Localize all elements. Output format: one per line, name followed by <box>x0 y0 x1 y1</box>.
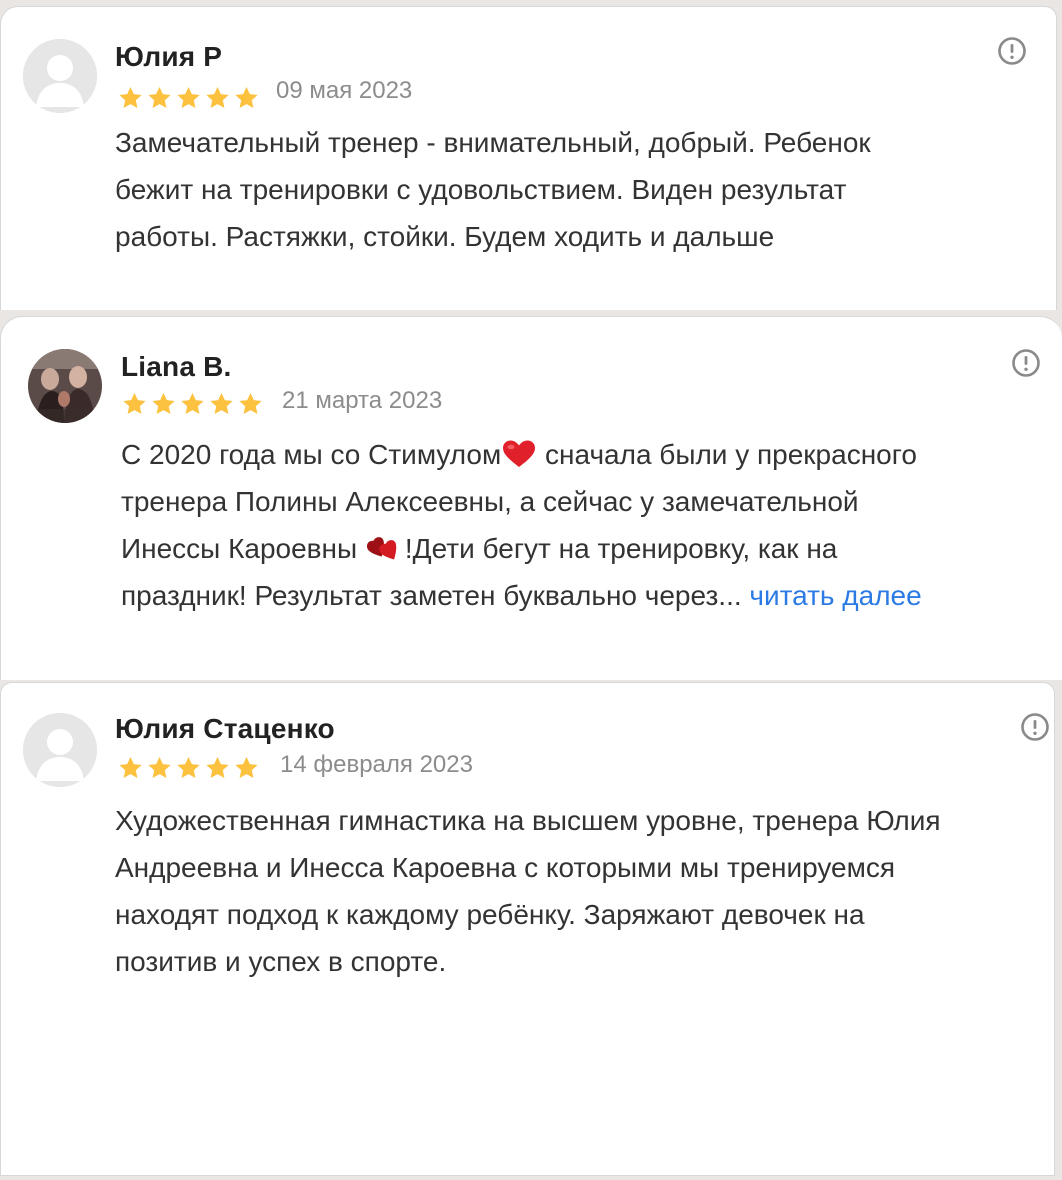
review-date: 14 февраля 2023 <box>280 751 473 778</box>
review-text-line: работы. Растяжки, стойки. Будем ходить и… <box>115 221 775 252</box>
review-card: Юлия Стаценко 14 февраля 2023 Художестве… <box>0 682 1055 1176</box>
review-text-line: праздник! Результат заметен буквально че… <box>121 572 922 619</box>
rating-stars <box>117 85 260 111</box>
exclamation-circle-icon[interactable] <box>997 36 1027 66</box>
rating-stars <box>121 391 264 417</box>
user-photo-avatar[interactable] <box>28 349 102 423</box>
star-icon <box>123 392 146 414</box>
star-icon <box>177 86 200 108</box>
review-text-line: позитив и успех в спорте. <box>115 946 447 977</box>
review-text-line: бежит на тренировки с удовольствием. Вид… <box>115 174 847 205</box>
review-text-line: С 2020 года мы со Стимулом сначала были … <box>121 431 922 478</box>
read-more-link[interactable]: читать далее <box>749 580 921 611</box>
review-text-fragment: С 2020 года мы со Стимулом <box>121 439 502 470</box>
review-text: С 2020 года мы со Стимулом сначала были … <box>121 431 922 619</box>
star-icon <box>210 392 233 414</box>
review-date: 09 мая 2023 <box>276 77 413 104</box>
review-text-line: Художественная гимнастика на высшем уров… <box>115 805 941 836</box>
default-avatar-icon[interactable] <box>23 39 97 113</box>
review-card: Liana B. 21 марта 2023 С 2020 года мы со… <box>0 316 1062 680</box>
star-icon <box>235 756 258 778</box>
author-name[interactable]: Юлия Р <box>115 41 222 73</box>
star-icon <box>181 392 204 414</box>
review-date: 21 марта 2023 <box>282 387 443 414</box>
star-icon <box>152 392 175 414</box>
exclamation-circle-icon[interactable] <box>1020 712 1050 742</box>
red-heart-icon <box>503 440 536 467</box>
review-text: Художественная гимнастика на высшем уров… <box>115 797 941 985</box>
review-text-fragment: сначала были у прекрасного <box>537 439 917 470</box>
review-text-fragment: Инессы Кароевны <box>121 533 365 564</box>
star-icon <box>148 756 171 778</box>
star-icon <box>206 756 229 778</box>
review-text-fragment: !Дети бегут на тренировку, как на <box>404 533 838 564</box>
review-text-line: тренера Полины Алексеевны, а сейчас у за… <box>121 486 859 517</box>
two-hearts-icon <box>366 537 397 560</box>
review-text-line: Андреевна и Инесса Кароевна с которыми м… <box>115 852 896 883</box>
star-icon <box>206 86 229 108</box>
review-text-line: находят подход к каждому ребёнку. Заряжа… <box>115 899 865 930</box>
star-icon <box>239 392 262 414</box>
author-name[interactable]: Liana B. <box>121 351 232 383</box>
star-icon <box>119 86 142 108</box>
star-icon <box>235 86 258 108</box>
rating-stars <box>117 755 260 781</box>
review-text-line: Инессы Кароевны !Дети бегут на тренировк… <box>121 525 922 572</box>
review-text-line: Замечательный тренер - внимательный, доб… <box>115 127 871 158</box>
review-card: Юлия Р 09 мая 2023 Замечательный тренер … <box>0 6 1057 310</box>
star-icon <box>148 86 171 108</box>
star-icon <box>119 756 142 778</box>
star-icon <box>177 756 200 778</box>
exclamation-circle-icon[interactable] <box>1011 348 1041 378</box>
review-text: Замечательный тренер - внимательный, доб… <box>115 119 871 260</box>
author-name[interactable]: Юлия Стаценко <box>115 713 335 745</box>
review-text-fragment: праздник! Результат заметен буквально че… <box>121 580 742 611</box>
default-avatar-icon[interactable] <box>23 713 97 787</box>
